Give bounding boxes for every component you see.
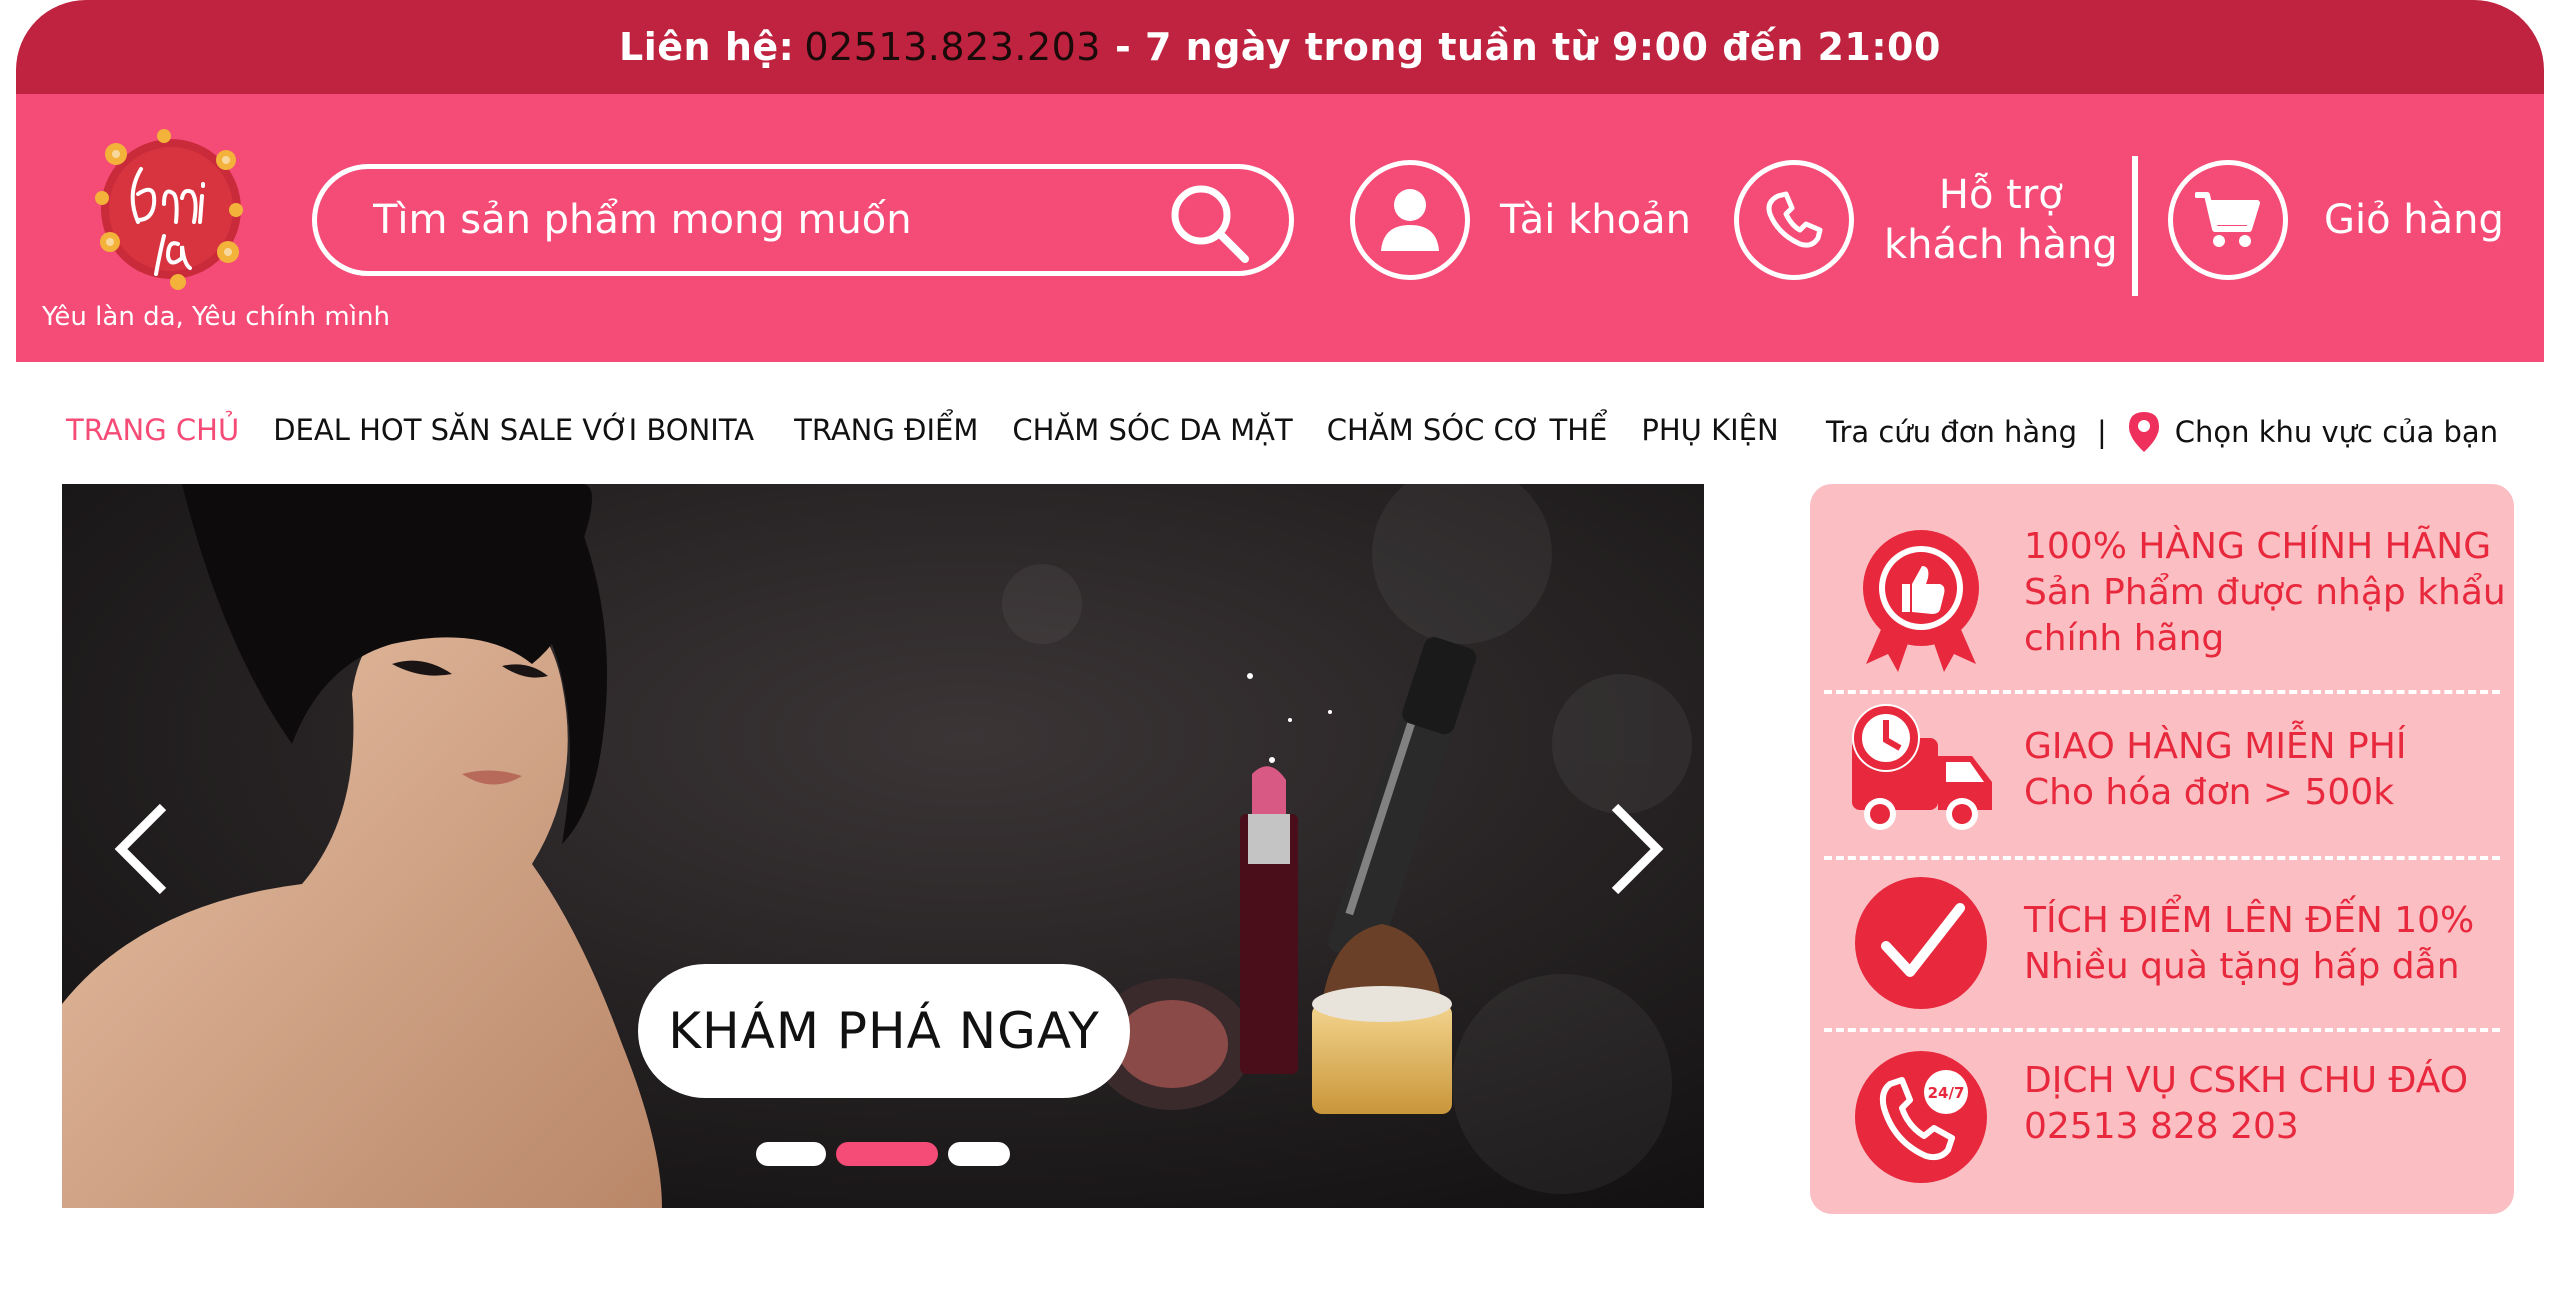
- support-button[interactable]: Hỗ trợ khách hàng: [1734, 160, 2118, 280]
- nav-separator: |: [2096, 415, 2107, 449]
- nav-item-home[interactable]: TRANG CHỦ: [66, 413, 239, 447]
- track-order-link[interactable]: Tra cứu đơn hàng: [1826, 415, 2077, 449]
- account-circle: [1350, 160, 1470, 280]
- slide-dot-1[interactable]: [756, 1142, 826, 1166]
- banner-artwork: [62, 484, 1704, 1208]
- authentic-badge-icon: [1863, 530, 1979, 672]
- account-label: Tài khoản: [1500, 197, 1691, 243]
- nav-item-accessories[interactable]: PHỤ KIỆN: [1641, 413, 1778, 447]
- nav-item-deal-hot[interactable]: DEAL HOT SĂN SALE VỚI BONITA: [273, 413, 754, 447]
- prev-slide-button[interactable]: [106, 794, 176, 904]
- slide-dot-3[interactable]: [948, 1142, 1010, 1166]
- support-label-line2: khách hàng: [1884, 222, 2118, 268]
- search-icon[interactable]: [1167, 181, 1251, 265]
- search-box[interactable]: [312, 164, 1294, 276]
- checkmark-circle-icon: [1855, 877, 1987, 1009]
- nav-item-face-care[interactable]: CHĂM SÓC DA MẶT: [1012, 413, 1292, 447]
- slogan: Yêu làn da, Yêu chính mình: [42, 302, 390, 332]
- benefit-desc: chính hãng: [2024, 618, 2225, 659]
- benefit-free-shipping: GIAO HÀNG MIỄN PHÍ Cho hóa đơn > 500k: [1810, 690, 2514, 856]
- contact-bar: Liên hệ: 02513.823.203 - 7 ngày trong tu…: [16, 0, 2544, 94]
- support-24-7-icon: 24/7: [1855, 1051, 1987, 1183]
- benefit-customer-care-text: DỊCH VỤ CSKH CHU ĐÁO 02513 828 203: [2024, 1058, 2468, 1150]
- benefit-points-text: TÍCH ĐIỂM LÊN ĐẾN 10% Nhiều quà tặng hấp…: [2024, 898, 2474, 990]
- location-pin-icon: [2128, 412, 2159, 452]
- contact-hours: - 7 ngày trong tuần từ 9:00 đến 21:00: [1114, 25, 1941, 69]
- header-divider: [2132, 156, 2138, 296]
- benefit-title: DỊCH VỤ CSKH CHU ĐÁO: [2024, 1060, 2469, 1101]
- cart-circle: [2168, 160, 2288, 280]
- benefit-points: TÍCH ĐIỂM LÊN ĐẾN 10% Nhiều quà tặng hấp…: [1810, 856, 2514, 1028]
- chevron-left-icon: [114, 803, 167, 895]
- benefit-title: TÍCH ĐIỂM LÊN ĐẾN 10%: [2024, 900, 2475, 941]
- site-header: Yêu làn da, Yêu chính mình Tài khoản Hỗ …: [16, 94, 2544, 362]
- nav-item-body-care[interactable]: CHĂM SÓC CƠ THỂ: [1327, 413, 1608, 447]
- contact-phone[interactable]: 02513.823.203: [804, 25, 1101, 69]
- slide-dot-2[interactable]: [836, 1142, 938, 1166]
- contact-prefix: Liên hệ:: [619, 25, 795, 69]
- benefit-customer-care: 24/7 DỊCH VỤ CSKH CHU ĐÁO 02513 828 203: [1810, 1028, 2514, 1214]
- explore-now-button[interactable]: KHÁM PHÁ NGAY: [638, 964, 1130, 1098]
- phone-icon: [1766, 191, 1823, 248]
- support-label: Hỗ trợ khách hàng: [1884, 170, 2118, 270]
- nav-utilities: Tra cứu đơn hàng | Chọn khu vực của bạn: [1826, 410, 2498, 454]
- user-icon: [1381, 189, 1439, 251]
- choose-region-link[interactable]: Chọn khu vực của bạn: [2175, 415, 2498, 449]
- next-slide-button[interactable]: [1602, 794, 1672, 904]
- benefit-free-shipping-text: GIAO HÀNG MIỄN PHÍ Cho hóa đơn > 500k: [2024, 724, 2406, 816]
- hero-banner: KHÁM PHÁ NGAY: [62, 484, 1704, 1208]
- main-nav: TRANG CHỦ DEAL HOT SĂN SALE VỚI BONITA T…: [66, 410, 1813, 450]
- cart-label: Giỏ hàng: [2324, 197, 2504, 243]
- benefit-desc: 02513 828 203: [2024, 1106, 2299, 1147]
- search-input[interactable]: [373, 197, 1133, 243]
- slide-indicators: [756, 1142, 1010, 1166]
- benefit-desc: Sản Phẩm được nhập khẩu: [2024, 572, 2506, 613]
- benefit-authentic: 100% HÀNG CHÍNH HÃNG Sản Phẩm được nhập …: [1810, 484, 2514, 690]
- benefit-title: 100% HÀNG CHÍNH HÃNG: [2024, 526, 2492, 567]
- support-circle: [1734, 160, 1854, 280]
- cart-icon: [2195, 192, 2260, 247]
- benefit-authentic-text: 100% HÀNG CHÍNH HÃNG Sản Phẩm được nhập …: [2024, 524, 2506, 662]
- support-label-line1: Hỗ trợ: [1938, 172, 2063, 218]
- account-button[interactable]: Tài khoản: [1350, 160, 1691, 280]
- delivery-truck-icon: [1852, 704, 1992, 830]
- chevron-right-icon: [1611, 803, 1664, 895]
- nav-item-makeup[interactable]: TRANG ĐIỂM: [794, 413, 978, 447]
- benefit-desc: Cho hóa đơn > 500k: [2024, 772, 2395, 813]
- benefit-title: GIAO HÀNG MIỄN PHÍ: [2024, 726, 2407, 767]
- cart-button[interactable]: Giỏ hàng: [2168, 160, 2504, 280]
- benefit-desc: Nhiều quà tặng hấp dẫn: [2024, 946, 2460, 987]
- bonita-logo[interactable]: [86, 124, 256, 294]
- svg-text:24/7: 24/7: [1928, 1084, 1965, 1102]
- benefits-panel: 100% HÀNG CHÍNH HÃNG Sản Phẩm được nhập …: [1810, 484, 2514, 1214]
